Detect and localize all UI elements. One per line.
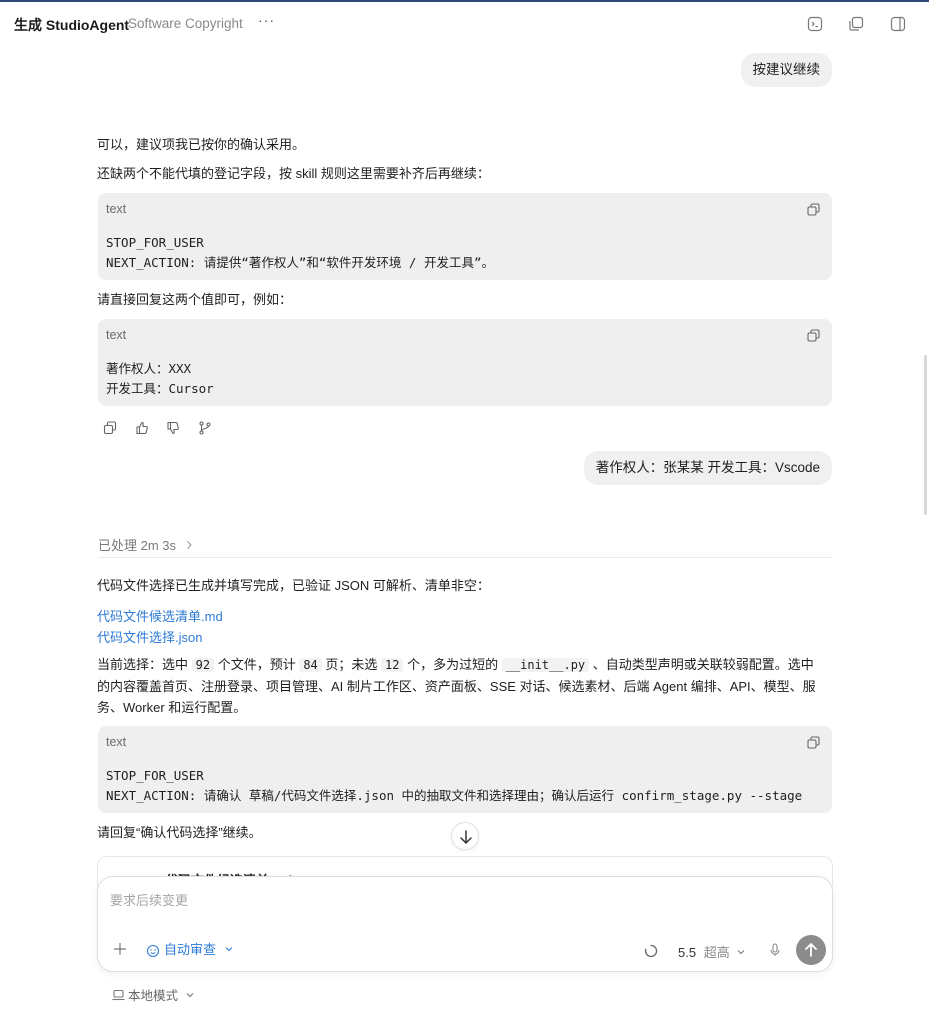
model-version: 5.5 bbox=[678, 945, 697, 960]
thumbs-up-icon[interactable] bbox=[135, 421, 149, 435]
local-mode-label: 本地模式 bbox=[128, 989, 179, 1003]
assistant-text: 还缺两个不能代填的登记字段，按 skill 规则这里需要补齐后再继续： bbox=[97, 166, 490, 181]
file-link[interactable]: 代码文件候选清单.md bbox=[97, 606, 223, 625]
code-line: STOP_FOR_USER bbox=[106, 235, 204, 250]
divider bbox=[98, 557, 832, 558]
more-menu-button[interactable]: ··· bbox=[258, 12, 275, 28]
terminal-icon[interactable] bbox=[807, 16, 823, 32]
assistant-text-line: 当前选择：选中 92 个文件，预计 84 页；未选 12 个，多为过短的 __i… bbox=[97, 657, 814, 672]
code-language-label: text bbox=[106, 735, 127, 749]
thumbs-down-icon[interactable] bbox=[166, 421, 180, 435]
sidebar-toggle-icon[interactable] bbox=[890, 16, 906, 32]
code-line: STOP_FOR_USER bbox=[106, 768, 204, 783]
user-message-bubble: 著作权人：张某某 开发工具：Vscode bbox=[583, 451, 832, 485]
copy-icon[interactable] bbox=[807, 329, 820, 342]
processed-duration-label: 已处理 2m 3s bbox=[98, 538, 177, 553]
chevron-down-icon bbox=[186, 993, 193, 998]
file-link[interactable]: 代码文件选择.json bbox=[97, 627, 202, 646]
plus-icon[interactable] bbox=[112, 941, 128, 957]
arrow-up-icon bbox=[805, 943, 817, 957]
code-language-label: text bbox=[106, 328, 127, 342]
copy-icon[interactable] bbox=[807, 736, 820, 749]
copy-icon[interactable] bbox=[807, 203, 820, 216]
arrow-down-icon bbox=[460, 830, 472, 844]
code-line: NEXT_ACTION: 请提供“著作权人”和“软件开发环境 / 开发工具”。 bbox=[106, 255, 495, 270]
auto-review-dropdown[interactable]: 自动审查 bbox=[146, 941, 234, 959]
chevron-right-icon bbox=[186, 541, 192, 549]
local-mode-dropdown[interactable]: 本地模式 bbox=[112, 985, 195, 1004]
inline-code: __init__.py bbox=[501, 658, 590, 672]
code-language-label: text bbox=[106, 202, 127, 216]
code-block: text 著作权人：XXX 开发工具：Cursor bbox=[98, 319, 832, 406]
assistant-text-line: 务、Worker 和运行配置。 bbox=[97, 700, 247, 715]
header: 生成 StudioAgent Software Copyright ··· bbox=[0, 0, 929, 46]
scroll-to-bottom-button[interactable] bbox=[451, 822, 479, 850]
code-line: 著作权人：XXX bbox=[106, 361, 192, 376]
message-composer: 要求后续变更 自动审查 5.5 超高 bbox=[97, 876, 833, 972]
code-block: text STOP_FOR_USER NEXT_ACTION: 请确认 草稿/代码… bbox=[98, 726, 832, 813]
assistant-text: 请直接回复这两个值即可，例如： bbox=[97, 292, 293, 307]
code-line: 开发工具：Cursor bbox=[106, 381, 214, 396]
copy-icon[interactable] bbox=[103, 421, 117, 435]
model-mode: 超高 bbox=[703, 945, 730, 960]
code-content: STOP_FOR_USER NEXT_ACTION: 请提供“著作权人”和“软件开… bbox=[106, 233, 494, 273]
chevron-down-icon bbox=[737, 950, 745, 955]
app-title: 生成 StudioAgent bbox=[14, 17, 130, 33]
assistant-text: 可以，建议项我已按你的确认采用。 bbox=[97, 137, 306, 152]
processed-duration-toggle[interactable]: 已处理 2m 3s bbox=[98, 535, 194, 554]
chevron-down-icon bbox=[225, 947, 233, 952]
assistant-text: 请回复“确认代码选择”继续。 bbox=[97, 825, 262, 840]
project-subtitle[interactable]: Software Copyright bbox=[128, 16, 243, 31]
branch-icon[interactable] bbox=[198, 421, 212, 435]
assistant-text-line: 的内容覆盖首页、注册登录、项目管理、AI 制片工作区、资产面板、SSE 对话、候… bbox=[97, 679, 816, 694]
review-icon bbox=[146, 944, 160, 957]
loading-spinner-icon bbox=[644, 944, 658, 958]
scrollbar[interactable] bbox=[924, 355, 927, 515]
composer-input[interactable]: 要求后续变更 bbox=[110, 890, 188, 909]
inline-code: 92 bbox=[191, 658, 215, 672]
inline-code: 84 bbox=[299, 658, 322, 672]
auto-review-label: 自动审查 bbox=[164, 942, 217, 957]
message-actions bbox=[103, 421, 226, 437]
microphone-icon[interactable] bbox=[767, 942, 783, 958]
model-selector[interactable]: 5.5 超高 bbox=[678, 942, 746, 961]
user-message-bubble: 按建议继续 bbox=[740, 53, 832, 87]
assistant-text: 代码文件选择已生成并填写完成，已验证 JSON 可解析、清单非空： bbox=[97, 578, 490, 593]
assistant-paragraph: 当前选择：选中 92 个文件，预计 84 页；未选 12 个，多为过短的 __i… bbox=[97, 654, 832, 718]
send-button[interactable] bbox=[796, 935, 826, 965]
code-content: 著作权人：XXX 开发工具：Cursor bbox=[106, 359, 214, 399]
code-line: NEXT_ACTION: 请确认 草稿/代码文件选择.json 中的抽取文件和选… bbox=[106, 788, 803, 803]
copy-window-icon[interactable] bbox=[848, 16, 864, 32]
inline-code: 12 bbox=[381, 658, 404, 672]
code-content: STOP_FOR_USER NEXT_ACTION: 请确认 草稿/代码文件选择.… bbox=[106, 766, 802, 806]
code-block: text STOP_FOR_USER NEXT_ACTION: 请提供“著作权人”… bbox=[98, 193, 832, 280]
laptop-icon bbox=[112, 989, 125, 1001]
